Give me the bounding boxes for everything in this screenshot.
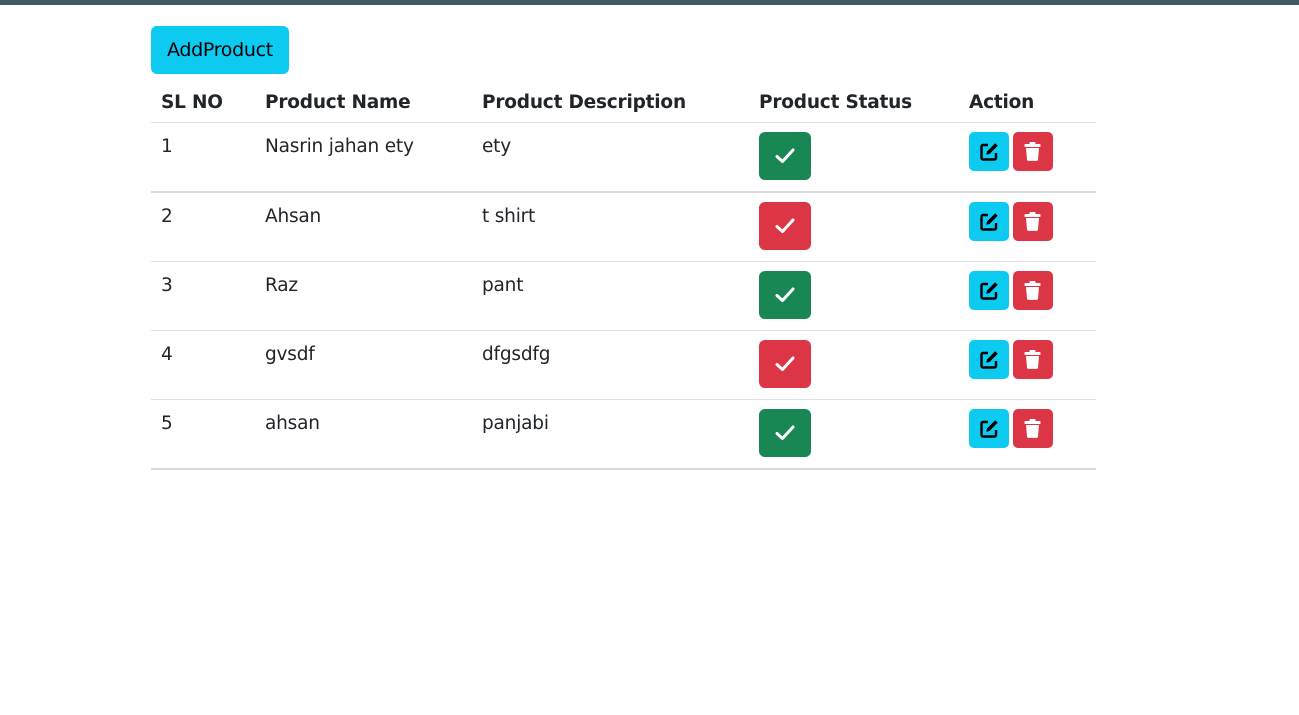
check-icon <box>775 218 795 233</box>
delete-button[interactable] <box>1013 202 1053 241</box>
trash-icon <box>1024 212 1041 231</box>
cell-product-status <box>749 330 959 400</box>
cell-product-description: pant <box>472 261 749 331</box>
trash-icon <box>1024 350 1041 369</box>
check-icon <box>775 356 795 371</box>
edit-icon <box>980 420 998 438</box>
header-product-description: Product Description <box>472 82 749 123</box>
cell-product-name: Nasrin jahan ety <box>255 122 472 193</box>
cell-sl-no: 4 <box>151 330 255 400</box>
edit-button[interactable] <box>969 340 1009 379</box>
trash-icon <box>1024 419 1041 438</box>
header-product-name: Product Name <box>255 82 472 123</box>
cell-product-name: Ahsan <box>255 192 472 262</box>
trash-icon <box>1024 142 1041 161</box>
status-toggle-button-inactive[interactable] <box>759 202 811 250</box>
cell-product-description: t shirt <box>472 192 749 262</box>
edit-icon <box>980 351 998 369</box>
status-toggle-button-inactive[interactable] <box>759 340 811 388</box>
products-table: SL NO Product Name Product Description P… <box>151 82 1096 470</box>
cell-product-status <box>749 399 959 470</box>
cell-sl-no: 2 <box>151 192 255 262</box>
status-toggle-button-active[interactable] <box>759 271 811 319</box>
cell-product-description: panjabi <box>472 399 749 470</box>
table-row: 2 Ahsan t shirt <box>151 192 1096 262</box>
header-sl-no: SL NO <box>151 82 255 123</box>
delete-button[interactable] <box>1013 132 1053 171</box>
header-product-status: Product Status <box>749 82 959 123</box>
cell-product-description: ety <box>472 122 749 193</box>
main-content: AddProduct SL NO Product Name Product De… <box>151 26 1096 470</box>
check-icon <box>775 425 795 440</box>
cell-product-name: Raz <box>255 261 472 331</box>
table-header-row: SL NO Product Name Product Description P… <box>151 82 1096 123</box>
status-toggle-button-active[interactable] <box>759 409 811 457</box>
cell-product-status <box>749 122 959 193</box>
cell-sl-no: 5 <box>151 399 255 470</box>
cell-action <box>959 261 1096 331</box>
cell-sl-no: 3 <box>151 261 255 331</box>
status-toggle-button-active[interactable] <box>759 132 811 180</box>
cell-product-status <box>749 192 959 262</box>
cell-action <box>959 330 1096 400</box>
edit-icon <box>980 143 998 161</box>
cell-sl-no: 1 <box>151 122 255 193</box>
table-row: 3 Raz pant <box>151 261 1096 331</box>
trash-icon <box>1024 281 1041 300</box>
table-row: 4 gvsdf dfgsdfg <box>151 330 1096 400</box>
cell-action <box>959 399 1096 470</box>
edit-button[interactable] <box>969 132 1009 171</box>
edit-icon <box>980 282 998 300</box>
delete-button[interactable] <box>1013 409 1053 448</box>
cell-product-name: ahsan <box>255 399 472 470</box>
table-row: 5 ahsan panjabi <box>151 399 1096 470</box>
delete-button[interactable] <box>1013 340 1053 379</box>
add-product-button[interactable]: AddProduct <box>151 26 289 74</box>
delete-button[interactable] <box>1013 271 1053 310</box>
check-icon <box>775 287 795 302</box>
cell-product-name: gvsdf <box>255 330 472 400</box>
edit-button[interactable] <box>969 271 1009 310</box>
edit-button[interactable] <box>969 409 1009 448</box>
edit-icon <box>980 213 998 231</box>
header-action: Action <box>959 82 1096 123</box>
top-bar <box>0 0 1299 5</box>
check-icon <box>775 148 795 163</box>
cell-action <box>959 122 1096 193</box>
cell-action <box>959 192 1096 262</box>
edit-button[interactable] <box>969 202 1009 241</box>
cell-product-status <box>749 261 959 331</box>
table-row: 1 Nasrin jahan ety ety <box>151 122 1096 193</box>
cell-product-description: dfgsdfg <box>472 330 749 400</box>
